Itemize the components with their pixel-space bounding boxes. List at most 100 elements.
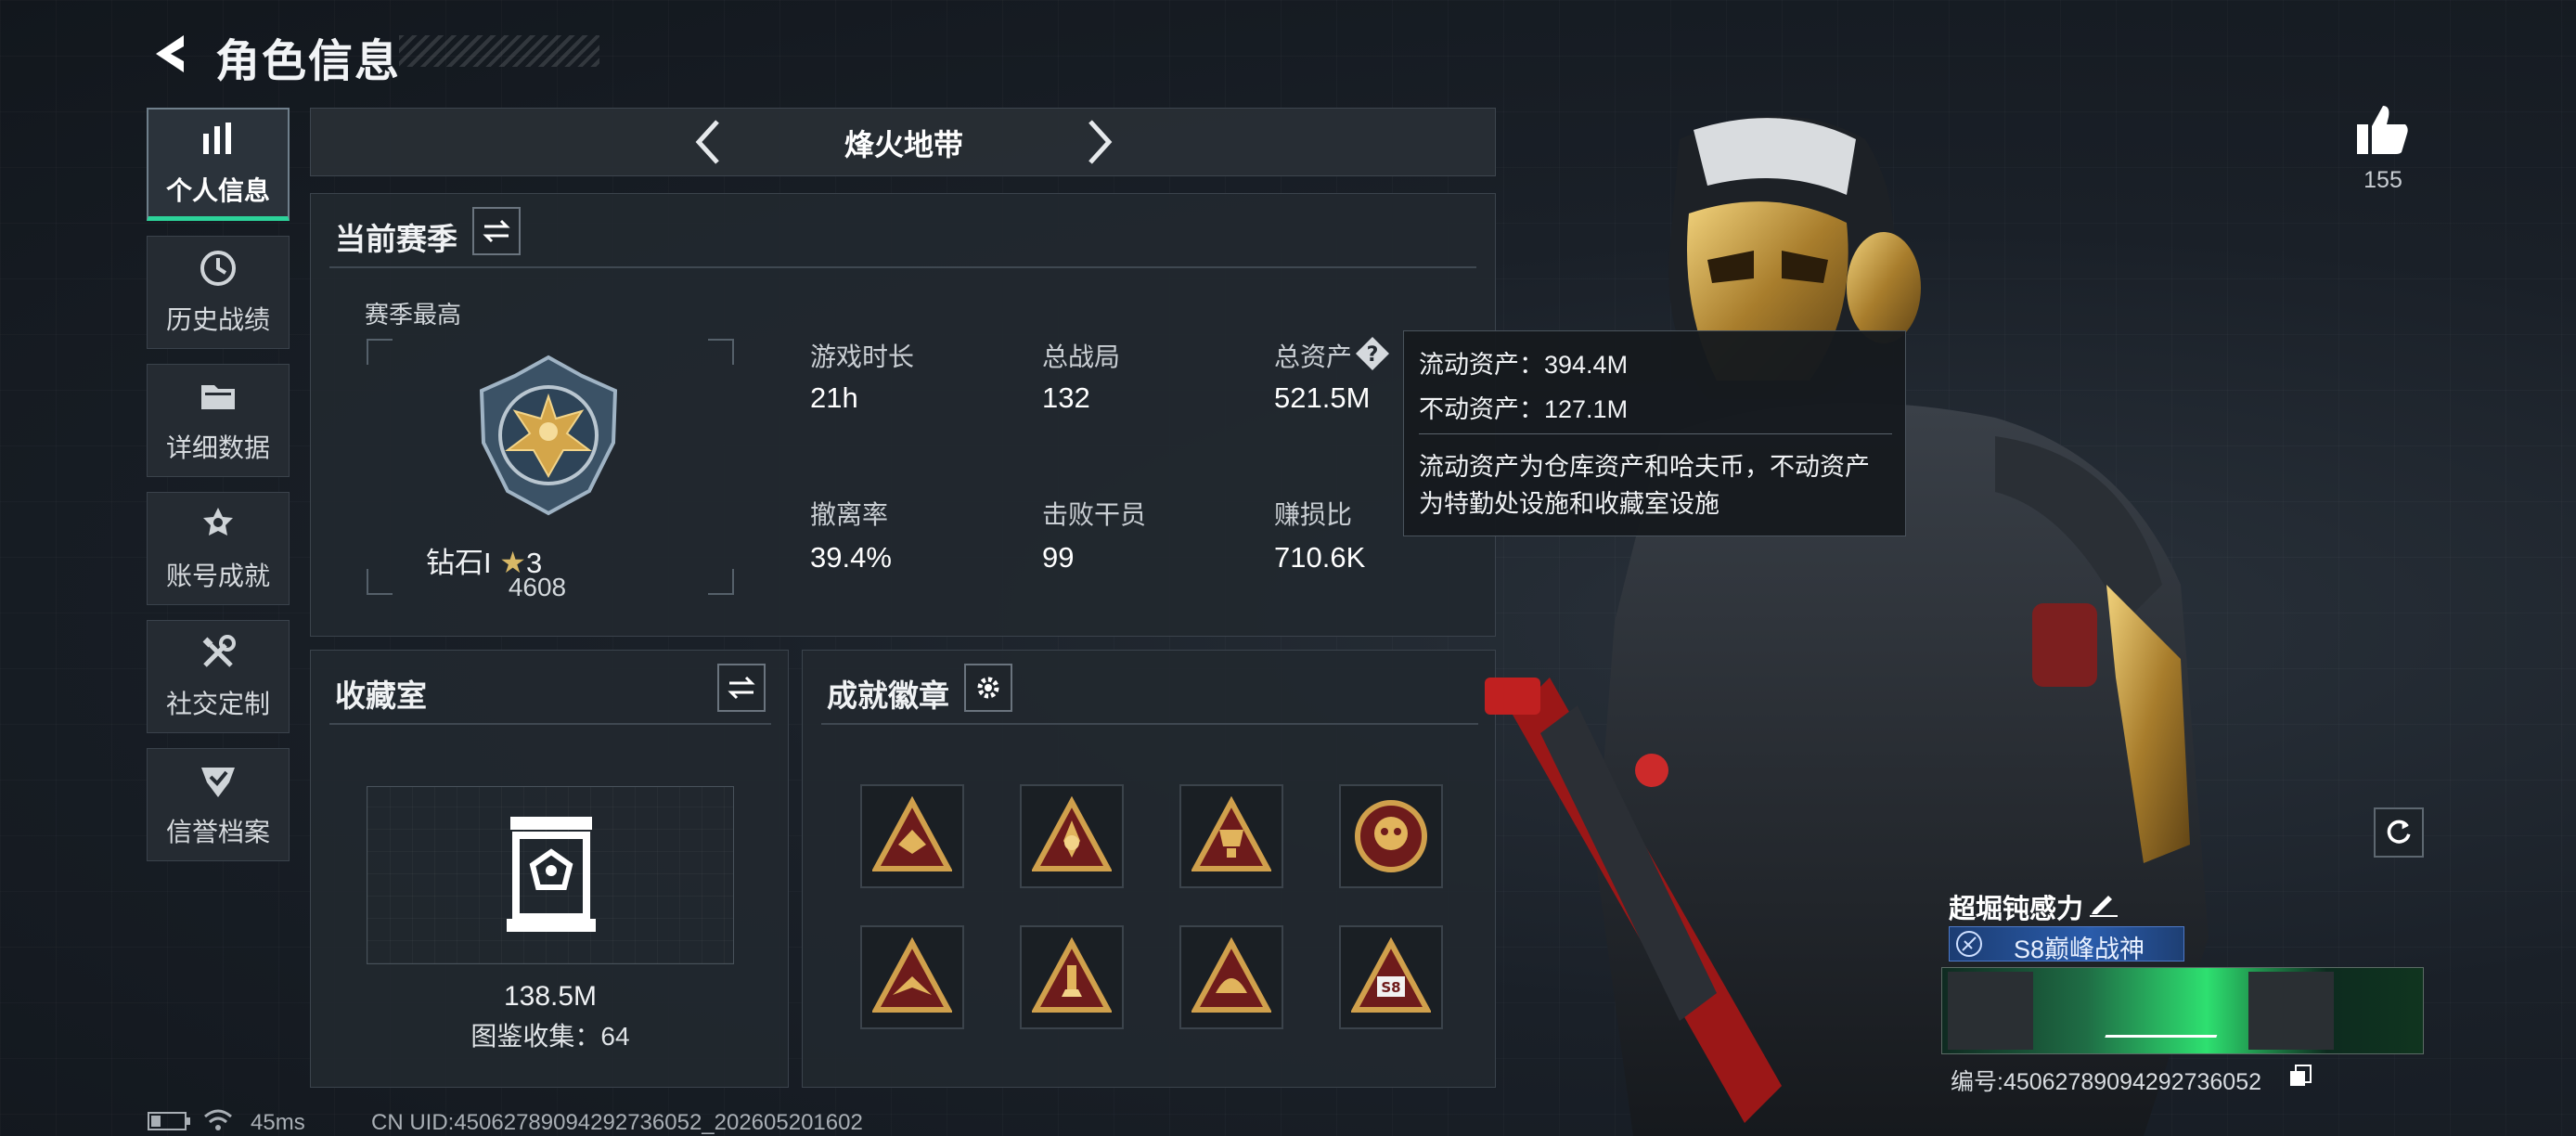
signature-mark	[2105, 983, 2236, 1038]
mode-selector: 烽火地带	[310, 108, 1496, 176]
achievement-badge[interactable]: S8	[1339, 925, 1443, 1029]
history-clock-icon	[200, 251, 236, 286]
triangle-helmet-badge-icon	[1191, 937, 1271, 1013]
player-name-card-banner[interactable]	[1941, 967, 2424, 1054]
badge-settings-button[interactable]	[964, 664, 1012, 712]
wifi-icon	[204, 1109, 232, 1130]
badges-title: 成就徽章	[827, 678, 949, 713]
stat-value: 39.4%	[810, 541, 892, 574]
sidebar-item-label: 信誉档案	[165, 818, 270, 846]
collection-display-frame[interactable]	[367, 786, 734, 964]
triangle-trophy-badge-icon	[1191, 796, 1271, 871]
player-name: 超堀钝感力	[1949, 895, 2084, 924]
rotate-model-button[interactable]	[2374, 807, 2424, 858]
page-title: 角色信息	[215, 37, 402, 86]
swap-arrows-icon	[483, 219, 510, 243]
tooltip-liquid-assets: 流动资产：394.4M	[1419, 351, 1629, 379]
medal-icon	[203, 508, 233, 536]
collection-panel: 收藏室 138.5M 图鉴收集：64	[310, 650, 789, 1088]
achievement-badge[interactable]	[1179, 784, 1283, 888]
network-ping: 45ms	[251, 1110, 305, 1135]
tooltip-description-line-2: 为特勤处设施和收藏室设施	[1419, 490, 1719, 518]
stat-value: 521.5M	[1274, 381, 1371, 414]
collection-value: 138.5M	[503, 981, 598, 1012]
season-highest-label: 赛季最高	[365, 301, 462, 329]
copy-icon[interactable]	[2288, 1064, 2312, 1088]
sidebar-item-personal-info[interactable]: 个人信息	[147, 108, 290, 221]
current-season-panel: 当前赛季 赛季最高 钻石I ★3 4608 游戏时长 21h 总战局 132 总…	[310, 193, 1496, 637]
triangle-s8-badge-icon: S8	[1351, 937, 1431, 1013]
collection-title: 收藏室	[335, 678, 427, 713]
stat-value: 21h	[810, 381, 858, 414]
achievement-badge[interactable]	[1339, 784, 1443, 888]
svg-text:S8: S8	[1381, 979, 1400, 996]
svg-text:?: ?	[1367, 343, 1379, 367]
stat-label: 击败干员	[1042, 500, 1147, 529]
shield-check-icon	[201, 768, 235, 797]
achievement-badge[interactable]	[1179, 925, 1283, 1029]
round-skull-badge-icon	[1355, 800, 1427, 872]
stat-value: 132	[1042, 381, 1090, 414]
sidebar-item-social[interactable]: 社交定制	[147, 620, 290, 733]
sidebar-item-history[interactable]: 历史战绩	[147, 236, 290, 349]
triangle-emblem-badge-icon	[872, 796, 952, 871]
folder-icon	[201, 385, 235, 409]
sidebar-item-credit[interactable]: 信誉档案	[147, 748, 290, 861]
sidebar-item-label: 账号成就	[165, 562, 270, 590]
sidebar-item-achievements[interactable]: 账号成就	[147, 492, 290, 605]
stat-label: 总资产	[1274, 342, 1353, 371]
sidebar-item-label: 历史战绩	[165, 305, 270, 334]
gear-icon	[977, 677, 999, 699]
thumbs-up-icon[interactable]	[2353, 100, 2413, 160]
banner-portrait-right	[2248, 972, 2334, 1050]
achievement-badge[interactable]	[860, 784, 964, 888]
stat-value: 99	[1042, 541, 1075, 574]
achievement-badge[interactable]	[1020, 784, 1124, 888]
achievement-badge[interactable]	[1020, 925, 1124, 1029]
like-count: 155	[2363, 167, 2402, 193]
sidebar-item-label: 个人信息	[165, 175, 270, 205]
rank-points: 4608	[508, 573, 567, 601]
player-title-text: S8巅峰战神	[2014, 936, 2145, 963]
season-title: 当前赛季	[335, 222, 457, 256]
asset-tooltip: 流动资产：394.4M 不动资产：127.1M 流动资产为仓库资产和哈夫币，不动…	[1403, 330, 1906, 536]
triangle-wings-badge-icon	[872, 937, 952, 1013]
section-divider	[329, 723, 771, 725]
next-mode-arrow-icon[interactable]	[1072, 116, 1124, 168]
battery-icon	[148, 1112, 190, 1130]
title-decoration	[399, 35, 599, 67]
bar-chart-icon	[203, 122, 231, 154]
season-crest-icon	[1956, 931, 1982, 957]
achievement-badges-panel: 成就徽章 S8	[802, 650, 1496, 1088]
diamond-rank-emblem-icon	[479, 355, 618, 516]
achievement-badge[interactable]	[860, 925, 964, 1029]
switch-collection-button[interactable]	[717, 664, 766, 712]
sidebar-item-details[interactable]: 详细数据	[147, 364, 290, 477]
triangle-rocket-badge-icon	[1032, 937, 1112, 1013]
sidebar-item-label: 详细数据	[165, 433, 270, 462]
refresh-icon	[2387, 820, 2411, 844]
stat-label: 游戏时长	[810, 342, 915, 371]
tooltip-fixed-assets: 不动资产：127.1M	[1419, 395, 1629, 423]
tooltip-divider	[1419, 433, 1892, 434]
stat-value: 710.6K	[1274, 541, 1366, 574]
triangle-crest-badge-icon	[1032, 796, 1112, 871]
player-id-number: 编号:450627890942927360​52	[1951, 1069, 2262, 1095]
back-arrow-icon[interactable]	[147, 28, 199, 80]
stat-label: 赚损比	[1274, 500, 1353, 529]
tooltip-description-line-1: 流动资产为仓库资产和哈夫币，不动资产	[1419, 453, 1870, 481]
frame-corner	[367, 339, 393, 365]
help-question-icon[interactable]: ?	[1354, 335, 1391, 372]
mode-title: 烽火地带	[844, 128, 963, 161]
stat-label: 总战局	[1042, 342, 1121, 371]
edit-pencil-icon[interactable]	[2088, 886, 2119, 918]
stat-label: 撤离率	[810, 500, 889, 529]
section-divider	[329, 266, 1476, 268]
collection-count: 图鉴收集：64	[470, 1022, 630, 1051]
banner-portrait-left	[1948, 972, 2033, 1050]
display-case-icon	[507, 817, 596, 932]
switch-season-button[interactable]	[472, 207, 521, 255]
section-divider	[821, 723, 1478, 725]
swap-arrows-icon	[728, 676, 755, 700]
tools-icon	[202, 635, 236, 667]
